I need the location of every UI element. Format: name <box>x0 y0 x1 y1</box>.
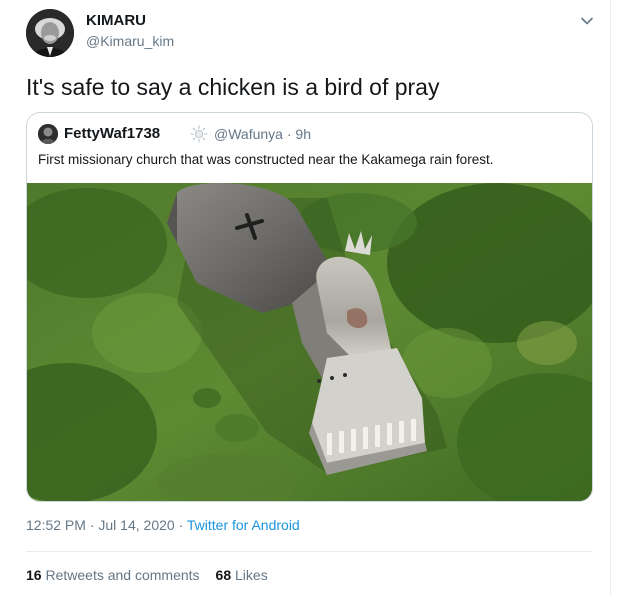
divider <box>26 551 593 552</box>
tweet-time[interactable]: 12:52 PM <box>26 517 86 533</box>
quoted-photo[interactable] <box>27 183 593 502</box>
quoted-separator: · <box>286 126 292 142</box>
quoted-author-avatar[interactable] <box>38 124 58 144</box>
chevron-down-icon[interactable] <box>578 12 596 30</box>
retweets-stat[interactable]: 16 Retweets and comments <box>26 567 200 583</box>
quoted-tweet-card[interactable]: FettyWaf1738 @Wafunya · 9h First mission… <box>26 112 593 502</box>
author-handle[interactable]: @Kimaru_kim <box>86 33 174 49</box>
quoted-timestamp[interactable]: 9h <box>295 126 311 142</box>
retweets-count: 16 <box>26 567 42 583</box>
quoted-tweet-text: First missionary church that was constru… <box>38 152 494 167</box>
quoted-handle-line: @Wafunya · 9h <box>214 126 311 142</box>
tweet-date[interactable]: Jul 14, 2020 <box>98 517 174 533</box>
column-border <box>610 0 611 595</box>
likes-count: 68 <box>215 567 232 583</box>
likes-stat[interactable]: 68 Likes <box>216 567 268 583</box>
quoted-author-handle[interactable]: @Wafunya <box>214 126 283 142</box>
tweet-stats: 16 Retweets and comments 68 Likes <box>26 567 268 583</box>
tweet-text: It's safe to say a chicken is a bird of … <box>26 74 440 100</box>
sun-badge-icon <box>190 125 208 143</box>
tweet-meta: 12:52 PM · Jul 14, 2020 · Twitter for An… <box>26 517 300 533</box>
likes-label: Likes <box>235 567 268 583</box>
author-name[interactable]: KIMARU <box>86 12 146 29</box>
retweets-label: Retweets and comments <box>45 567 200 583</box>
quoted-avatar-image <box>38 124 58 144</box>
author-avatar-image <box>26 9 74 57</box>
tweet-source-link[interactable]: Twitter for Android <box>187 517 300 533</box>
meta-separator: · <box>178 517 184 533</box>
author-avatar[interactable] <box>26 9 74 57</box>
quoted-author-name[interactable]: FettyWaf1738 <box>64 125 160 142</box>
meta-separator: · <box>89 517 95 533</box>
